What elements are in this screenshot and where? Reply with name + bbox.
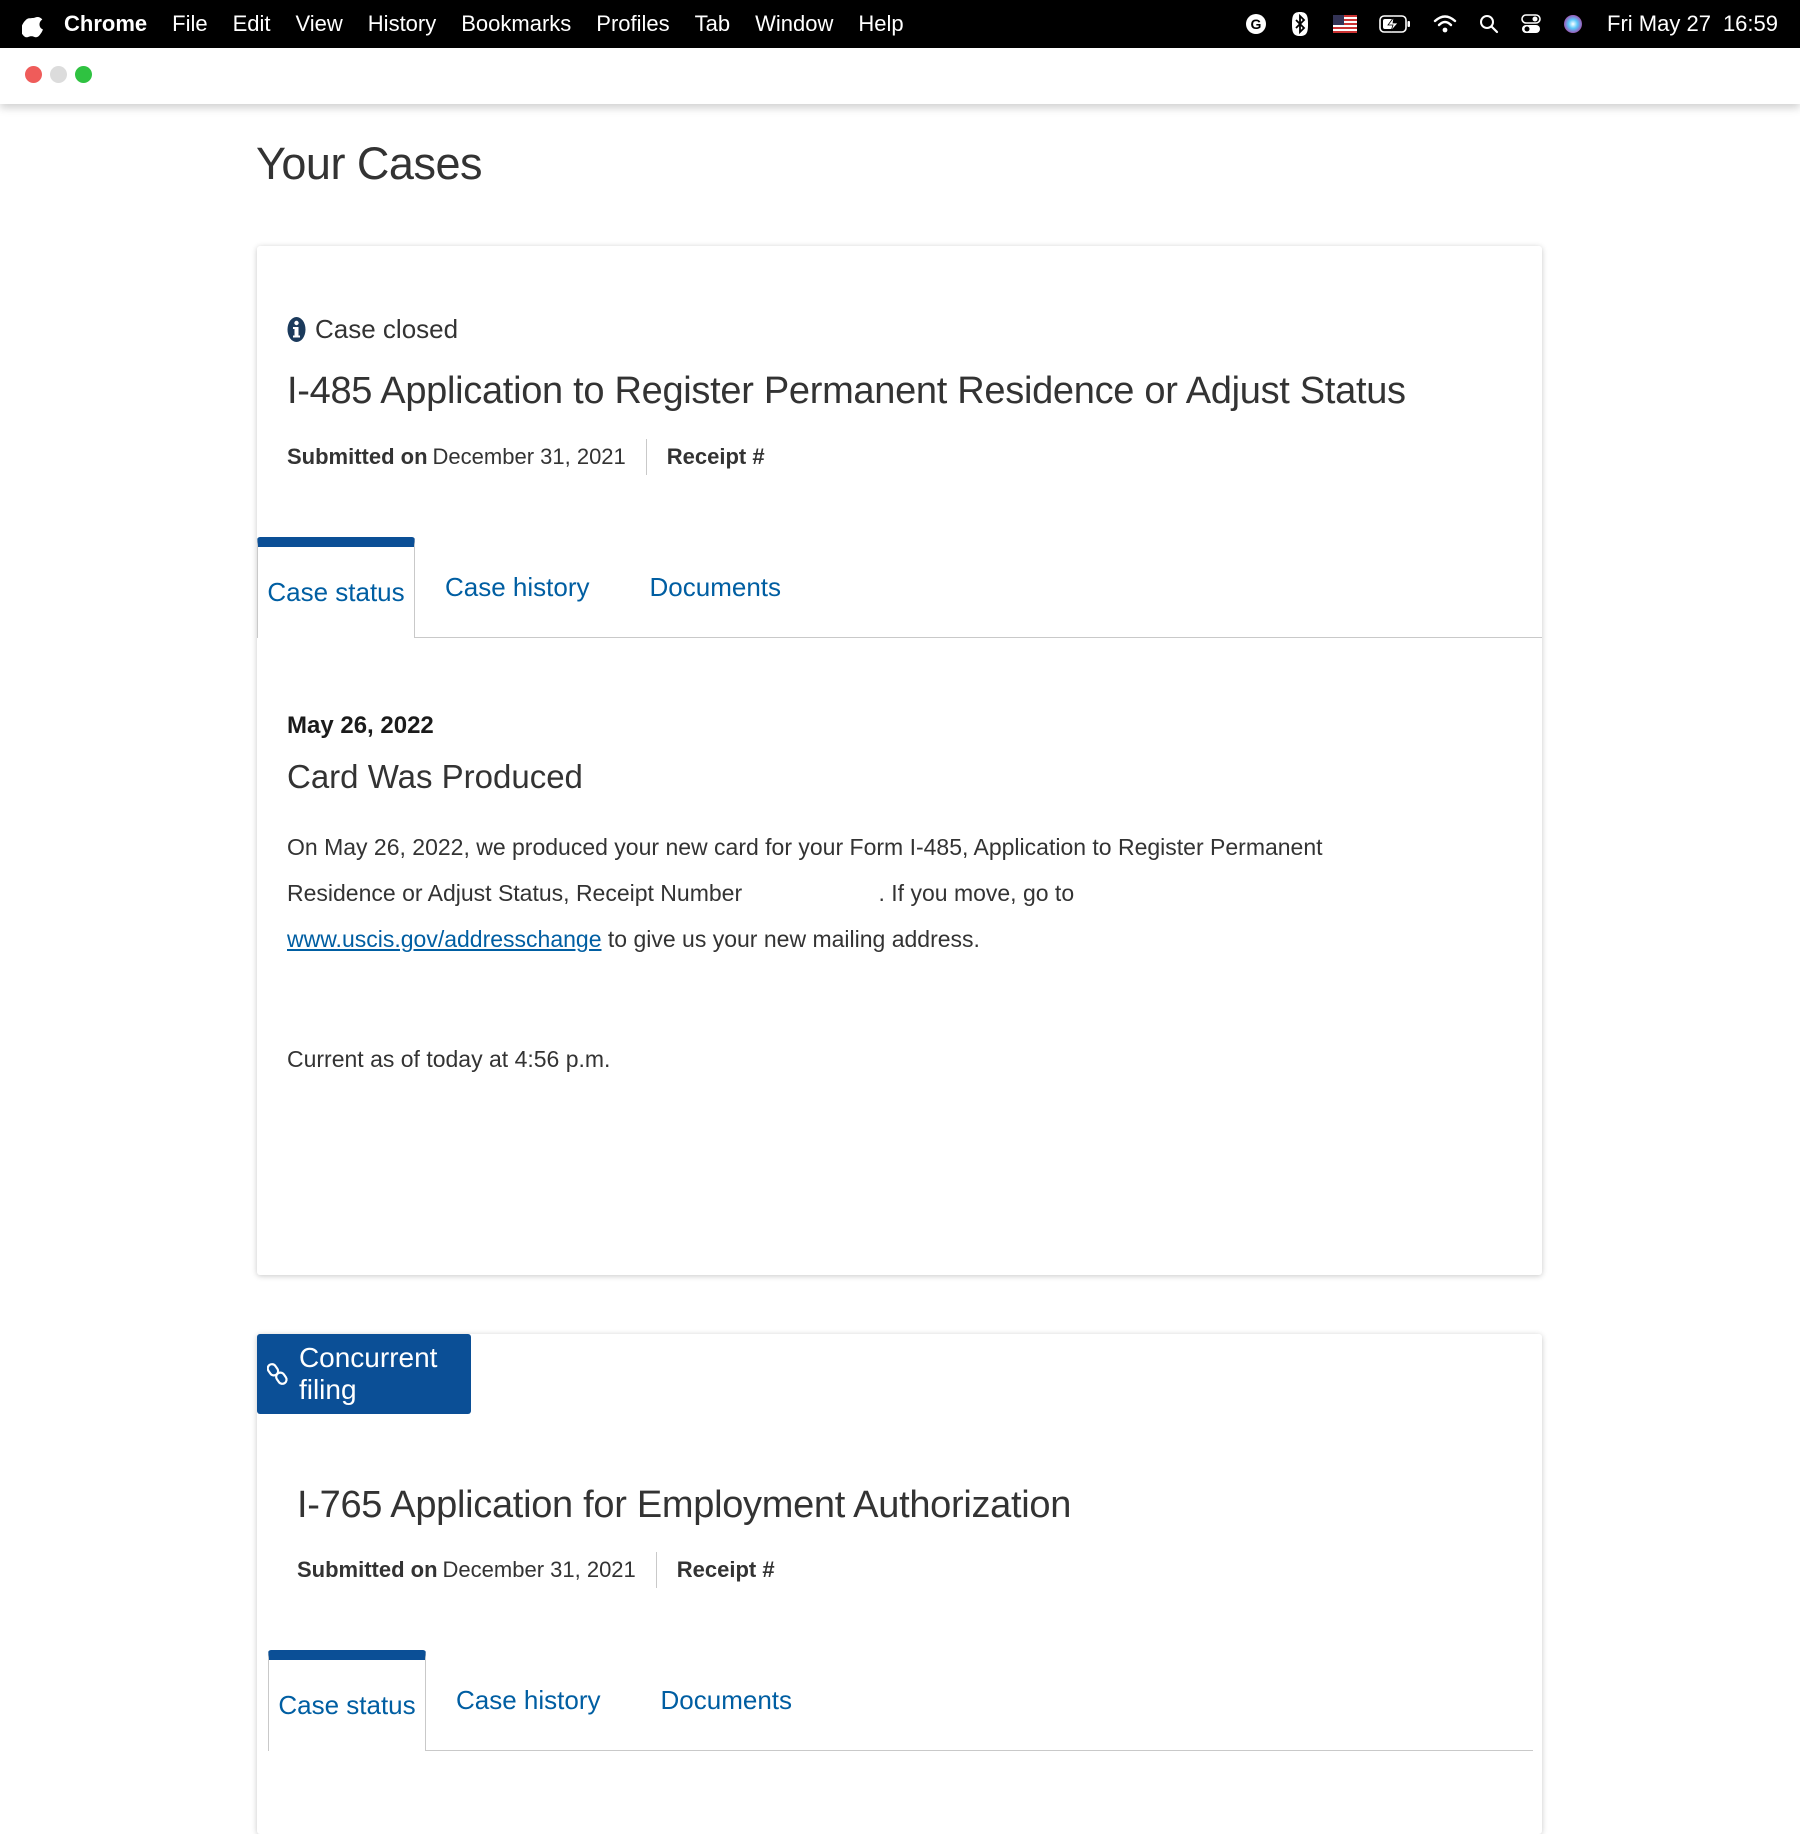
submitted-label: Submitted on [287, 444, 428, 469]
case-status-label: Case closed [315, 314, 459, 344]
menu-profiles[interactable]: Profiles [596, 11, 669, 37]
menu-history[interactable]: History [368, 11, 436, 37]
page-title: Your Cases [256, 138, 482, 189]
case-meta: Submitted on December 31, 2021 Receipt # [287, 439, 770, 475]
clock-time: 16:59 [1722, 11, 1778, 36]
case-status-indicator: Case closed [287, 314, 458, 345]
window-minimize-button[interactable] [50, 66, 67, 83]
window-fullscreen-button[interactable] [75, 66, 92, 83]
concurrent-filing-banner: Concurrent filing [257, 1334, 471, 1414]
menu-file[interactable]: File [172, 11, 207, 37]
us-flag-input-icon[interactable] [1333, 15, 1358, 33]
address-change-link[interactable]: www.uscis.gov/addresschange [287, 926, 602, 952]
window-close-button[interactable] [25, 66, 42, 83]
event-body-part3: to give us your new mailing address. [607, 926, 980, 952]
menu-help[interactable]: Help [858, 11, 903, 37]
last-updated-text: Current as of today at 4:56 p.m. [287, 1046, 611, 1072]
battery-charging-icon[interactable] [1379, 15, 1411, 33]
browser-window-titlebar [0, 48, 1800, 104]
submitted-date: December 31, 2021 [442, 1557, 636, 1582]
case-title: I-765 Application for Employment Authori… [297, 1484, 1072, 1526]
meta-divider [655, 1552, 657, 1588]
tab-case-status[interactable]: Case status [257, 537, 415, 638]
clock-date: Fri May 27 [1607, 11, 1711, 36]
wifi-icon[interactable] [1433, 14, 1457, 34]
event-description: On May 26, 2022, we produced your new ca… [287, 824, 1327, 962]
menu-view[interactable]: View [296, 11, 343, 37]
case-tabs: Case status Case history Documents [268, 1650, 1533, 1751]
case-title: I-485 Application to Register Permanent … [287, 370, 1406, 412]
tab-case-history[interactable]: Case history [415, 537, 620, 637]
menu-bar-status-area: G Fri May 27 16:59 [1223, 0, 1778, 48]
case-card-i765: Concurrent filing I-765 Application for … [257, 1334, 1542, 1834]
macos-menu-bar: Chrome File Edit View History Bookmarks … [0, 0, 1800, 48]
case-tabs: Case status Case history Documents [257, 537, 1542, 638]
spotlight-search-icon[interactable] [1479, 14, 1499, 34]
info-icon [287, 317, 306, 342]
menu-edit[interactable]: Edit [233, 11, 271, 37]
event-body-part2: . If you move, go to [878, 880, 1075, 906]
menu-tab[interactable]: Tab [695, 11, 730, 37]
control-center-icon[interactable] [1521, 14, 1541, 34]
tab-documents[interactable]: Documents [631, 1650, 823, 1750]
receipt-label: Receipt # [666, 444, 765, 469]
menu-app-chrome[interactable]: Chrome [64, 11, 147, 37]
event-body-part1: On May 26, 2022, we produced your new ca… [287, 834, 1323, 906]
case-meta: Submitted on December 31, 2021 Receipt # [297, 1552, 780, 1588]
concurrent-filing-label: Concurrent filing [298, 1342, 438, 1405]
receipt-label: Receipt # [676, 1557, 775, 1582]
svg-text:G: G [1251, 16, 1262, 32]
submitted-date: December 31, 2021 [432, 444, 626, 469]
case-card-i485: Case closed I-485 Application to Registe… [257, 246, 1542, 1275]
event-date: May 26, 2022 [287, 712, 434, 739]
bluetooth-icon[interactable] [1289, 11, 1311, 37]
menu-bar-clock[interactable]: Fri May 27 16:59 [1607, 11, 1778, 37]
tab-case-status[interactable]: Case status [268, 1650, 426, 1751]
menu-window[interactable]: Window [755, 11, 833, 37]
tab-documents[interactable]: Documents [620, 537, 812, 637]
submitted-label: Submitted on [297, 1557, 438, 1582]
siri-icon[interactable] [1563, 14, 1583, 34]
apple-logo-icon[interactable] [22, 10, 44, 38]
meta-divider [645, 439, 647, 475]
tab-case-history[interactable]: Case history [426, 1650, 631, 1750]
link-icon [267, 1363, 288, 1385]
menu-bookmarks[interactable]: Bookmarks [461, 11, 571, 37]
grammarly-icon[interactable]: G [1245, 13, 1267, 35]
event-title: Card Was Produced [287, 758, 583, 795]
